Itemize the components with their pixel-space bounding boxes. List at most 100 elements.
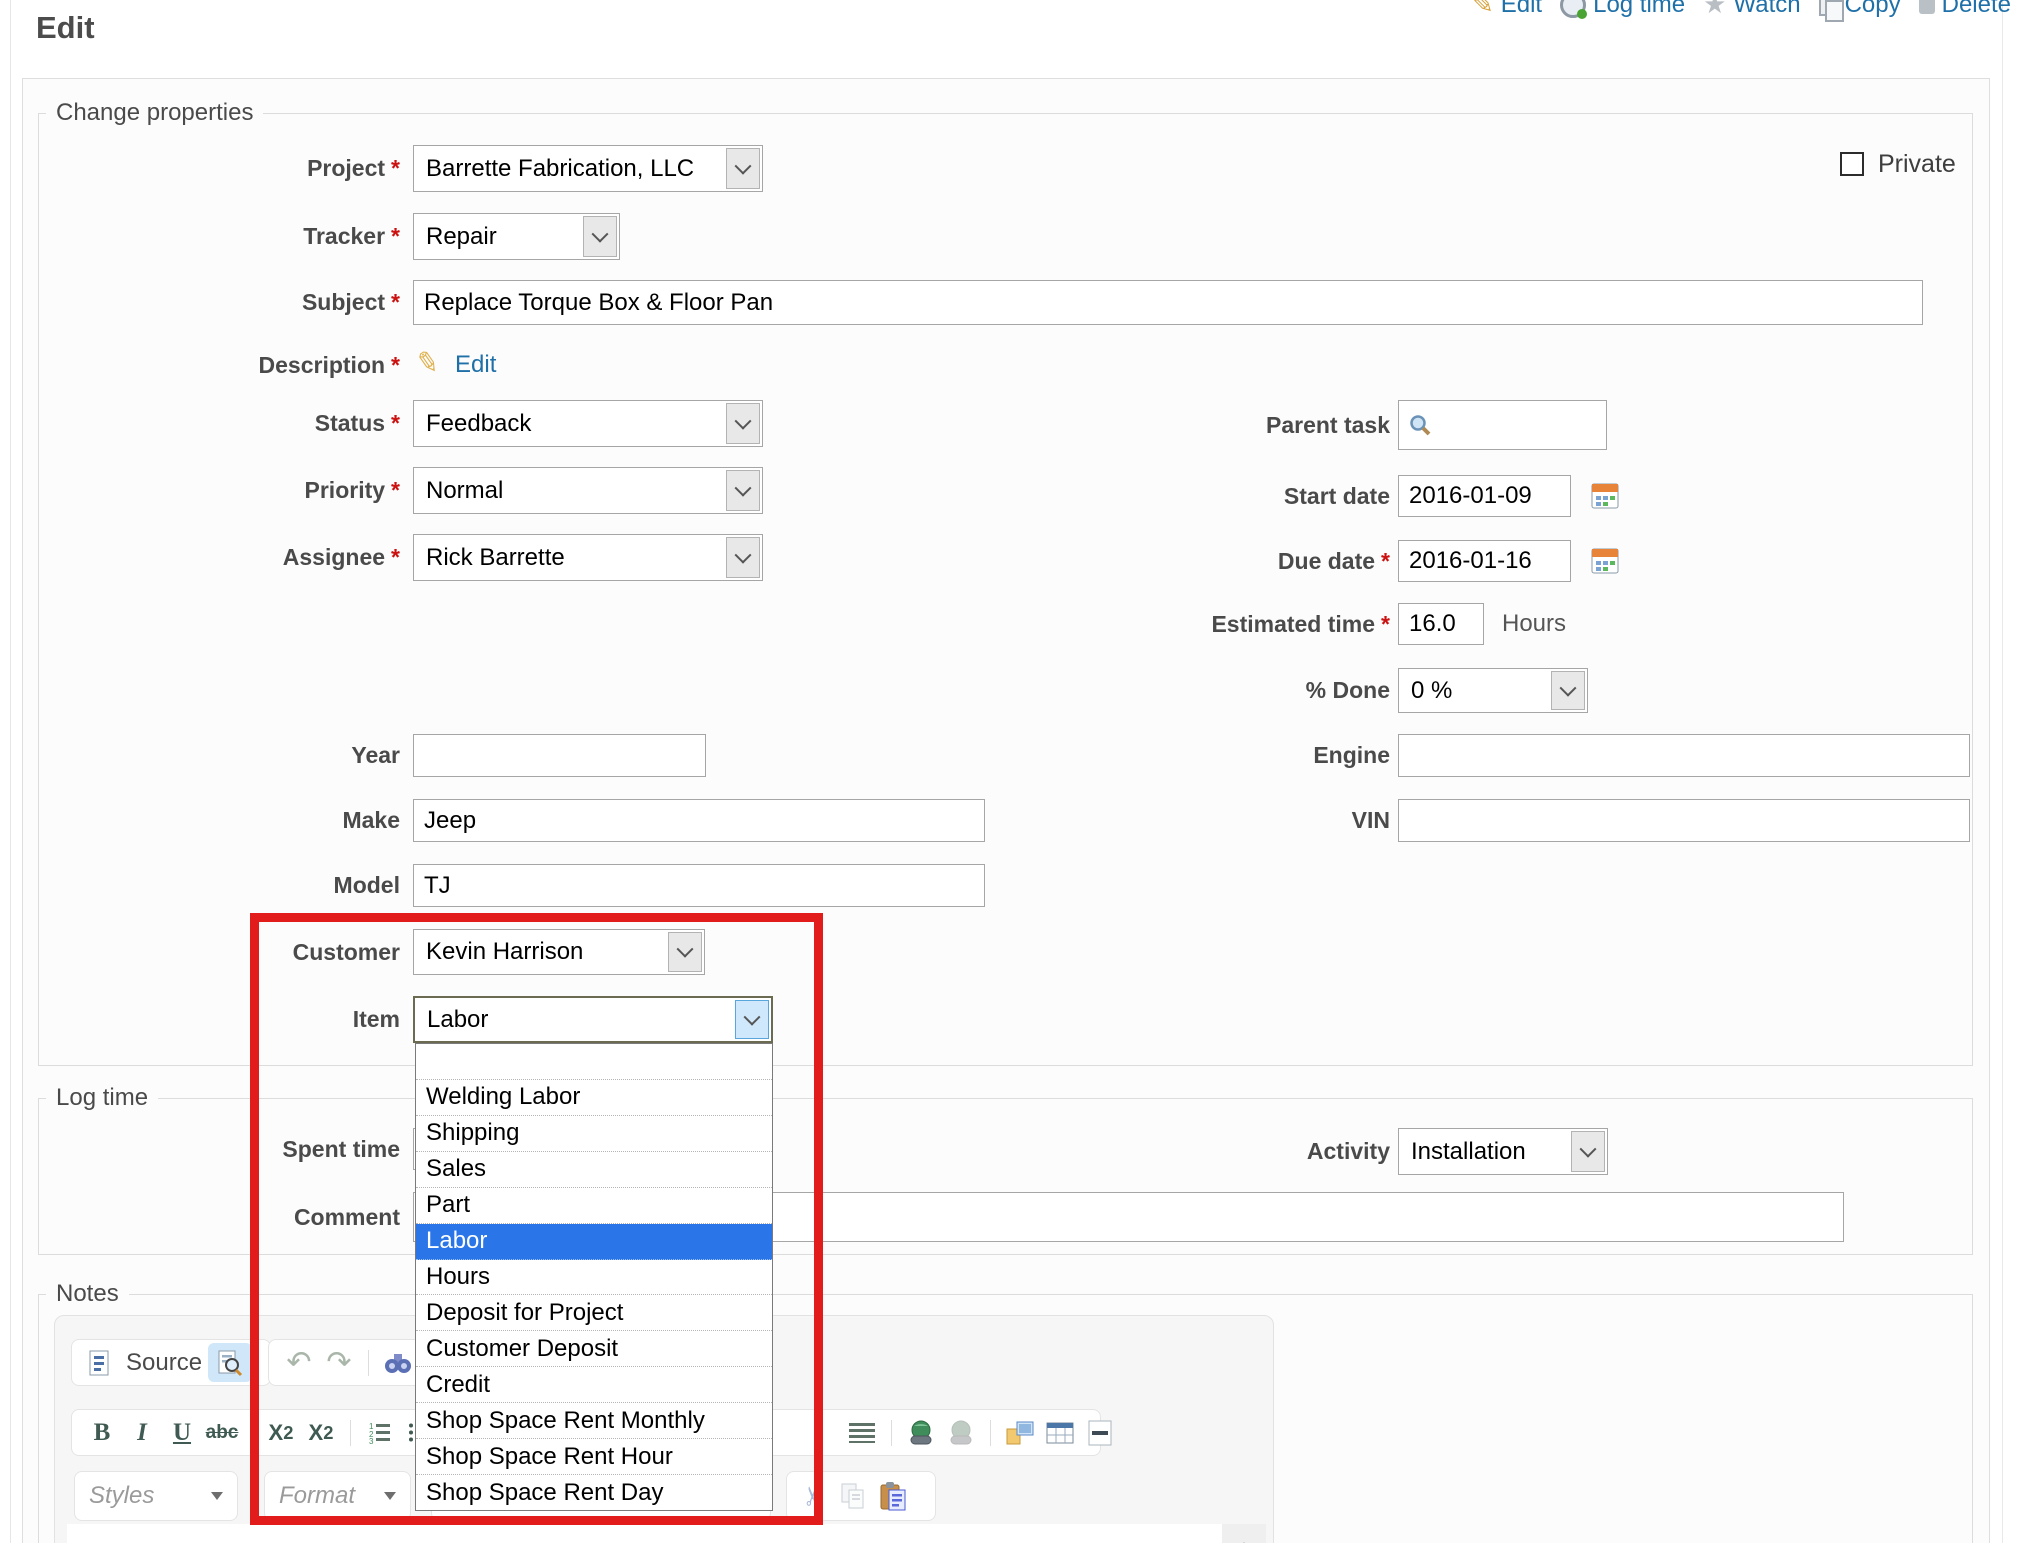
spent-time-label: Spent time (60, 1128, 400, 1170)
vin-label: VIN (1050, 799, 1390, 842)
calendar-icon[interactable] (1589, 544, 1621, 581)
dropdown-option[interactable]: Part (416, 1188, 772, 1224)
tracker-select[interactable]: Repair (413, 213, 620, 260)
year-input[interactable] (413, 734, 706, 777)
chevron-down-icon[interactable] (583, 216, 617, 257)
project-value: Barrette Fabrication, LLC (426, 146, 694, 191)
styles-combo[interactable]: Styles (74, 1471, 238, 1521)
unlink-icon[interactable] (941, 1413, 981, 1453)
editor-scrollbar-up[interactable] (1222, 1524, 1266, 1543)
horizontal-rule-icon[interactable] (1080, 1413, 1120, 1453)
dropdown-option[interactable]: Credit (416, 1367, 772, 1403)
notes-editing-area[interactable] (67, 1524, 1263, 1543)
redo-icon[interactable]: ↷ (319, 1343, 359, 1383)
project-select[interactable]: Barrette Fabrication, LLC (413, 145, 763, 192)
numbered-list-icon[interactable]: 123 (360, 1413, 400, 1453)
dropdown-option[interactable]: Welding Labor (416, 1080, 772, 1116)
assignee-select[interactable]: Rick Barrette (413, 534, 763, 581)
dropdown-option[interactable]: Shop Space Rent Day (416, 1475, 772, 1510)
copy-icon (1819, 0, 1838, 16)
dropdown-option-selected[interactable]: Labor (416, 1224, 772, 1260)
toolbar-source-group: Source (71, 1339, 271, 1386)
edit-action-link[interactable]: ✎ Edit (1472, 0, 1542, 20)
tracker-value: Repair (426, 214, 497, 259)
assignee-value: Rick Barrette (426, 535, 565, 580)
link-icon[interactable] (901, 1413, 941, 1453)
due-date-label: Due date* (1050, 540, 1390, 582)
item-label: Item (60, 996, 400, 1043)
chevron-down-icon[interactable] (668, 932, 702, 972)
subject-label: Subject* (60, 280, 400, 325)
chevron-down-icon[interactable] (735, 1000, 769, 1039)
vin-input[interactable] (1398, 799, 1970, 842)
strikethrough-icon[interactable]: abc (202, 1413, 242, 1453)
table-icon[interactable] (1040, 1413, 1080, 1453)
trash-icon (1919, 0, 1935, 14)
start-date-input[interactable] (1398, 475, 1571, 517)
done-ratio-select[interactable]: 0 % (1398, 668, 1588, 713)
priority-select[interactable]: Normal (413, 467, 763, 514)
done-ratio-label: % Done (1050, 668, 1390, 713)
customer-select[interactable]: Kevin Harrison (413, 929, 705, 975)
source-button-label[interactable]: Source (126, 1349, 202, 1377)
underline-icon[interactable]: U (162, 1413, 202, 1453)
dropdown-option[interactable]: Sales (416, 1152, 772, 1188)
blockquote-icon[interactable] (842, 1413, 882, 1453)
model-label: Model (60, 864, 400, 907)
chevron-down-icon[interactable] (1571, 1131, 1605, 1172)
notes-legend: Notes (46, 1280, 129, 1308)
required-marker: * (391, 544, 400, 570)
private-checkbox[interactable] (1840, 152, 1864, 176)
required-marker: * (391, 155, 400, 181)
calendar-icon[interactable] (1589, 479, 1621, 516)
dropdown-option[interactable]: Hours (416, 1260, 772, 1296)
dropdown-option[interactable]: Shipping (416, 1116, 772, 1152)
make-input[interactable] (413, 799, 985, 842)
engine-label: Engine (1050, 734, 1390, 777)
bold-icon[interactable]: B (82, 1413, 122, 1453)
activity-select[interactable]: Installation (1398, 1128, 1608, 1175)
dropdown-option[interactable]: Customer Deposit (416, 1331, 772, 1367)
dropdown-option-blank[interactable] (416, 1044, 772, 1080)
dropdown-option[interactable]: Shop Space Rent Hour (416, 1439, 772, 1475)
format-combo[interactable]: Format (264, 1471, 411, 1521)
parent-task-label: Parent task (1050, 400, 1390, 450)
superscript-icon[interactable]: X2 (301, 1413, 341, 1453)
chevron-down-icon[interactable] (1551, 671, 1585, 710)
dropdown-option[interactable]: Shop Space Rent Monthly (416, 1403, 772, 1439)
subject-input[interactable] (413, 280, 1923, 325)
undo-icon[interactable]: ↶ (279, 1343, 319, 1383)
chevron-down-icon[interactable] (726, 403, 760, 444)
make-label: Make (60, 799, 400, 842)
copy-action-link[interactable]: Copy (1819, 0, 1901, 19)
dropdown-option[interactable]: Deposit for Project (416, 1295, 772, 1331)
find-binoculars-icon[interactable] (378, 1343, 418, 1383)
status-select[interactable]: Feedback (413, 400, 763, 447)
log-time-action-label: Log time (1593, 0, 1685, 19)
hours-unit-label: Hours (1502, 603, 1566, 645)
chevron-down-icon[interactable] (726, 537, 760, 578)
estimated-time-input[interactable] (1398, 603, 1484, 645)
chevron-down-icon[interactable] (726, 148, 760, 189)
delete-action-link[interactable]: Delete (1919, 0, 2011, 19)
image-icon[interactable] (1000, 1413, 1040, 1453)
item-select[interactable]: Labor (413, 996, 773, 1043)
log-time-action-link[interactable]: Log time (1560, 0, 1685, 19)
required-marker: * (391, 223, 400, 249)
chevron-down-icon[interactable] (726, 470, 760, 511)
engine-input[interactable] (1398, 734, 1970, 777)
required-marker: * (1381, 548, 1390, 574)
project-label: Project* (60, 145, 400, 192)
italic-icon[interactable]: I (122, 1413, 162, 1453)
description-edit-link[interactable]: Edit (455, 351, 496, 379)
cut-scissors-icon[interactable]: ✂ (793, 1476, 833, 1516)
copy-icon[interactable] (833, 1476, 873, 1516)
model-input[interactable] (413, 864, 985, 907)
customer-value: Kevin Harrison (426, 930, 583, 974)
watch-action-link[interactable]: ★ Watch (1703, 0, 1800, 20)
subscript-icon[interactable]: X2 (261, 1413, 301, 1453)
preview-button[interactable] (208, 1343, 252, 1382)
status-value: Feedback (426, 401, 531, 446)
paste-icon[interactable] (873, 1476, 913, 1516)
due-date-input[interactable] (1398, 540, 1571, 582)
